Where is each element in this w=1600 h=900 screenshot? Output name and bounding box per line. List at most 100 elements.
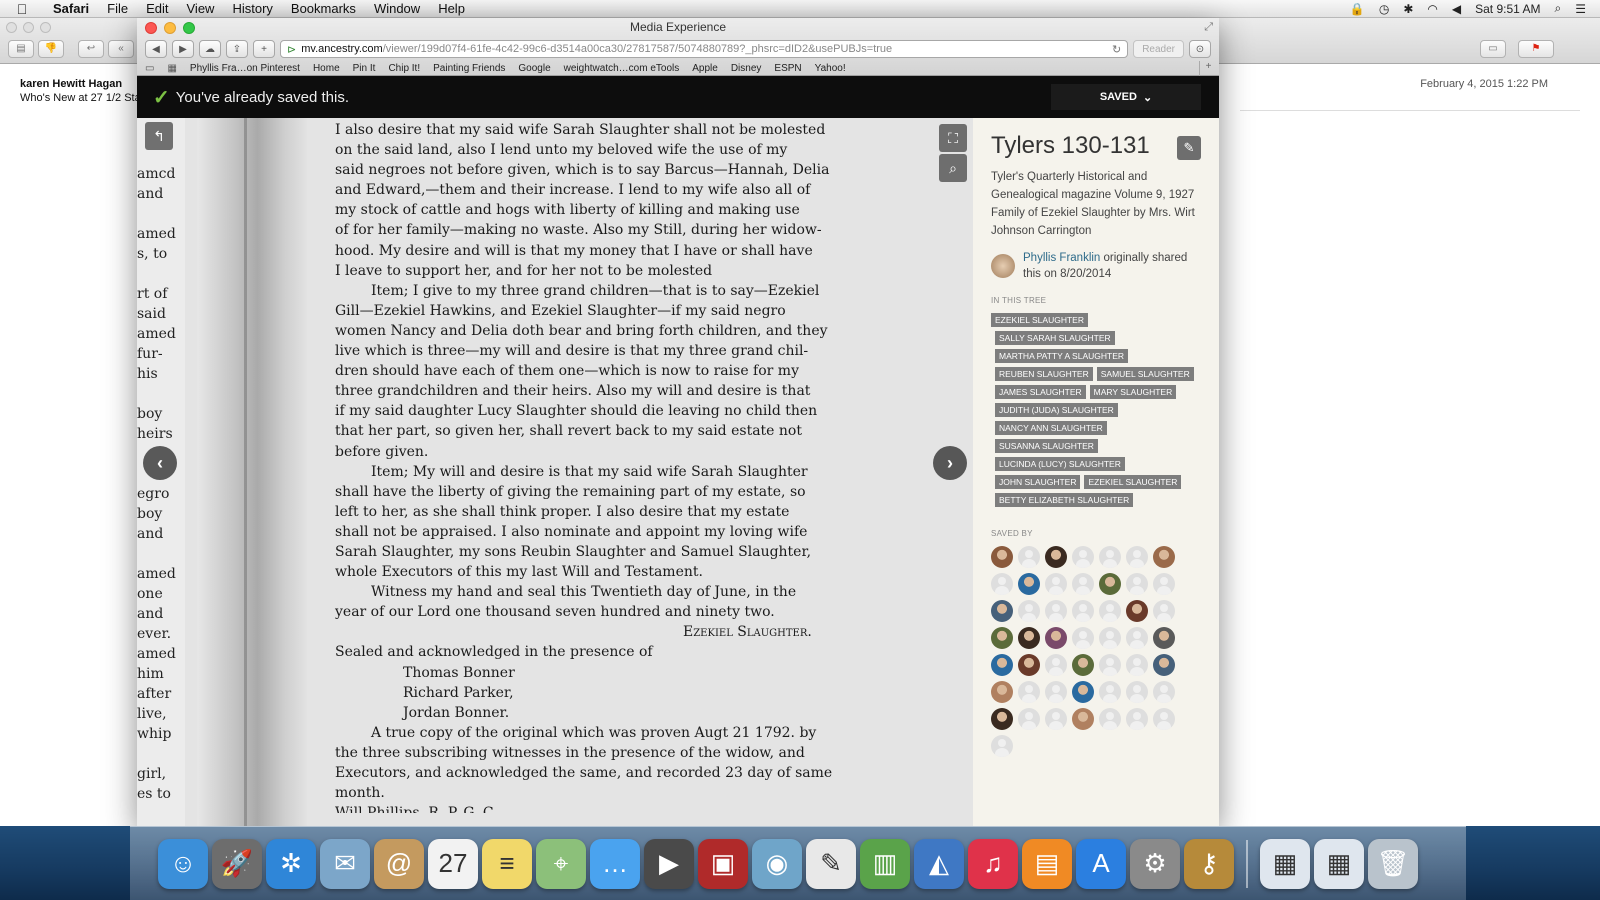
saver-avatar[interactable] (1072, 546, 1094, 568)
messages-icon[interactable]: … (590, 838, 640, 889)
bookmark-home[interactable]: Home (313, 63, 340, 74)
saver-avatar[interactable] (1072, 654, 1094, 676)
bookmark-google[interactable]: Google (518, 63, 550, 74)
bookmark-yahoo[interactable]: Yahoo! (815, 63, 846, 74)
new-tab-icon[interactable]: + (1199, 61, 1217, 76)
saver-avatar[interactable] (1099, 681, 1121, 703)
address-bar[interactable]: ⊳ mv.ancestry.com /viewer/199d07f4-61fe-… (280, 40, 1129, 58)
next-arrow-icon[interactable]: › (933, 446, 967, 480)
menu-edit[interactable]: Edit (137, 0, 177, 18)
maps-icon[interactable]: ⌖ (536, 838, 586, 889)
saver-avatar[interactable] (991, 735, 1013, 757)
add-icon[interactable]: + (253, 40, 275, 58)
person-tag[interactable]: BETTY ELIZABETH SLAUGHTER (995, 493, 1134, 507)
lock-icon[interactable]: 🔒 (1350, 2, 1365, 16)
mail-junk-icon[interactable]: 👎 (38, 40, 64, 58)
person-tag[interactable]: LUCINDA (LUCY) SLAUGHTER (995, 457, 1125, 471)
mail-reply-icon[interactable]: ↩ (78, 40, 104, 58)
person-tag[interactable]: NANCY ANN SLAUGHTER (995, 421, 1107, 435)
volume-icon[interactable]: ◀ (1452, 2, 1461, 16)
zoom-icon[interactable]: ⌕ (939, 154, 967, 182)
saver-avatar[interactable] (1126, 573, 1148, 595)
bookmark-apple[interactable]: Apple (692, 63, 718, 74)
facetime-icon[interactable]: ▶ (644, 838, 694, 889)
bookmark-painting-friends[interactable]: Painting Friends (433, 63, 505, 74)
launchpad-icon[interactable]: 🚀 (212, 838, 262, 889)
person-tag[interactable]: JAMES SLAUGHTER (995, 385, 1086, 399)
document-viewer[interactable]: amcd and amed s, to rt of said amed fur-his boy h… (137, 118, 973, 826)
menu-file[interactable]: File (98, 0, 137, 18)
person-tag[interactable]: JOHN SLAUGHTER (995, 475, 1081, 489)
saver-avatar[interactable] (991, 681, 1013, 703)
person-tag[interactable]: SAMUEL SLAUGHTER (1096, 367, 1194, 381)
saver-avatar[interactable] (1045, 627, 1067, 649)
forward-icon[interactable]: ▶ (172, 40, 194, 58)
app-store-icon[interactable]: A (1076, 838, 1126, 889)
saver-avatar[interactable] (1153, 573, 1175, 595)
saver-avatar[interactable] (1126, 654, 1148, 676)
trash-icon[interactable]: 🗑 (1368, 838, 1418, 889)
saver-avatar[interactable] (1099, 708, 1121, 730)
saver-avatar[interactable] (991, 708, 1013, 730)
wifi-icon[interactable]: ◠ (1427, 2, 1437, 16)
saver-avatar[interactable] (1126, 546, 1148, 568)
saver-avatar[interactable] (1018, 708, 1040, 730)
person-tag[interactable]: REUBEN SLAUGHTER (995, 367, 1093, 381)
saver-avatar[interactable] (1045, 708, 1067, 730)
saver-avatar[interactable] (991, 627, 1013, 649)
reader-button[interactable]: Reader (1133, 40, 1184, 58)
mail-icon[interactable]: ✉ (320, 838, 370, 889)
reading-list-icon[interactable]: ▭ (145, 63, 154, 74)
contacts-icon[interactable]: @ (374, 838, 424, 889)
downloads-icon[interactable]: ⊙ (1189, 40, 1211, 58)
bookmark-pin-it[interactable]: Pin It (353, 63, 376, 74)
saver-avatar[interactable] (1045, 681, 1067, 703)
saver-avatar[interactable] (1072, 573, 1094, 595)
mail-delete-icon[interactable]: ▤ (8, 40, 34, 58)
back-to-list-icon[interactable]: ↰ (145, 122, 173, 150)
keychain-icon[interactable]: ⚷ (1184, 838, 1234, 889)
saved-dropdown[interactable]: SAVED ⌄ (1051, 84, 1201, 110)
saver-avatar[interactable] (1072, 600, 1094, 622)
saver-avatar[interactable] (1153, 654, 1175, 676)
saver-avatar[interactable] (1072, 708, 1094, 730)
saver-avatar[interactable] (1126, 708, 1148, 730)
keynote-icon[interactable]: ◭ (914, 838, 964, 889)
photo-booth-icon[interactable]: ▣ (698, 838, 748, 889)
time-machine-icon[interactable]: ◷ (1379, 2, 1389, 16)
person-tag[interactable]: EZEKIEL SLAUGHTER (991, 313, 1088, 327)
bluetooth-icon[interactable]: ✱ (1403, 2, 1413, 16)
finder-icon[interactable]: ☺ (158, 838, 208, 889)
system-preferences-icon[interactable]: ⚙ (1130, 838, 1180, 889)
menu-app-safari[interactable]: Safari (44, 0, 98, 18)
documents-stack-icon[interactable]: ▦ (1314, 838, 1364, 889)
clock[interactable]: Sat 9:51 AM (1475, 2, 1540, 16)
menu-bookmarks[interactable]: Bookmarks (282, 0, 365, 18)
mail-reply-all-icon[interactable]: « (108, 40, 134, 58)
saver-avatar[interactable] (991, 573, 1013, 595)
saver-avatar[interactable] (1018, 627, 1040, 649)
safari-icon[interactable]: ✲ (266, 838, 316, 889)
previous-arrow-icon[interactable]: ‹ (143, 446, 177, 480)
person-tag[interactable]: EZEKIEL SLAUGHTER (1084, 475, 1182, 489)
textedit-icon[interactable]: ✎ (806, 838, 856, 889)
itunes-icon[interactable]: ♫ (968, 838, 1018, 889)
notes-icon[interactable]: ≡ (482, 838, 532, 889)
saver-avatar[interactable] (1045, 600, 1067, 622)
edit-pencil-icon[interactable]: ✎ (1177, 136, 1201, 160)
saver-avatar[interactable] (1072, 627, 1094, 649)
menu-view[interactable]: View (178, 0, 224, 18)
menu-help[interactable]: Help (429, 0, 474, 18)
saver-avatar[interactable] (1018, 546, 1040, 568)
saver-avatar[interactable] (1099, 600, 1121, 622)
saver-avatar[interactable] (1099, 627, 1121, 649)
calendar-icon[interactable]: 27 (428, 838, 478, 889)
saver-avatar[interactable] (1018, 573, 1040, 595)
downloads-stack-icon[interactable]: ▦ (1260, 838, 1310, 889)
saver-avatar[interactable] (991, 654, 1013, 676)
mail-close-button[interactable] (6, 22, 17, 33)
numbers-icon[interactable]: ▥ (860, 838, 910, 889)
saver-avatar[interactable] (1045, 573, 1067, 595)
notification-center-icon[interactable]: ☰ (1575, 2, 1586, 16)
sharer-avatar[interactable] (991, 254, 1015, 278)
